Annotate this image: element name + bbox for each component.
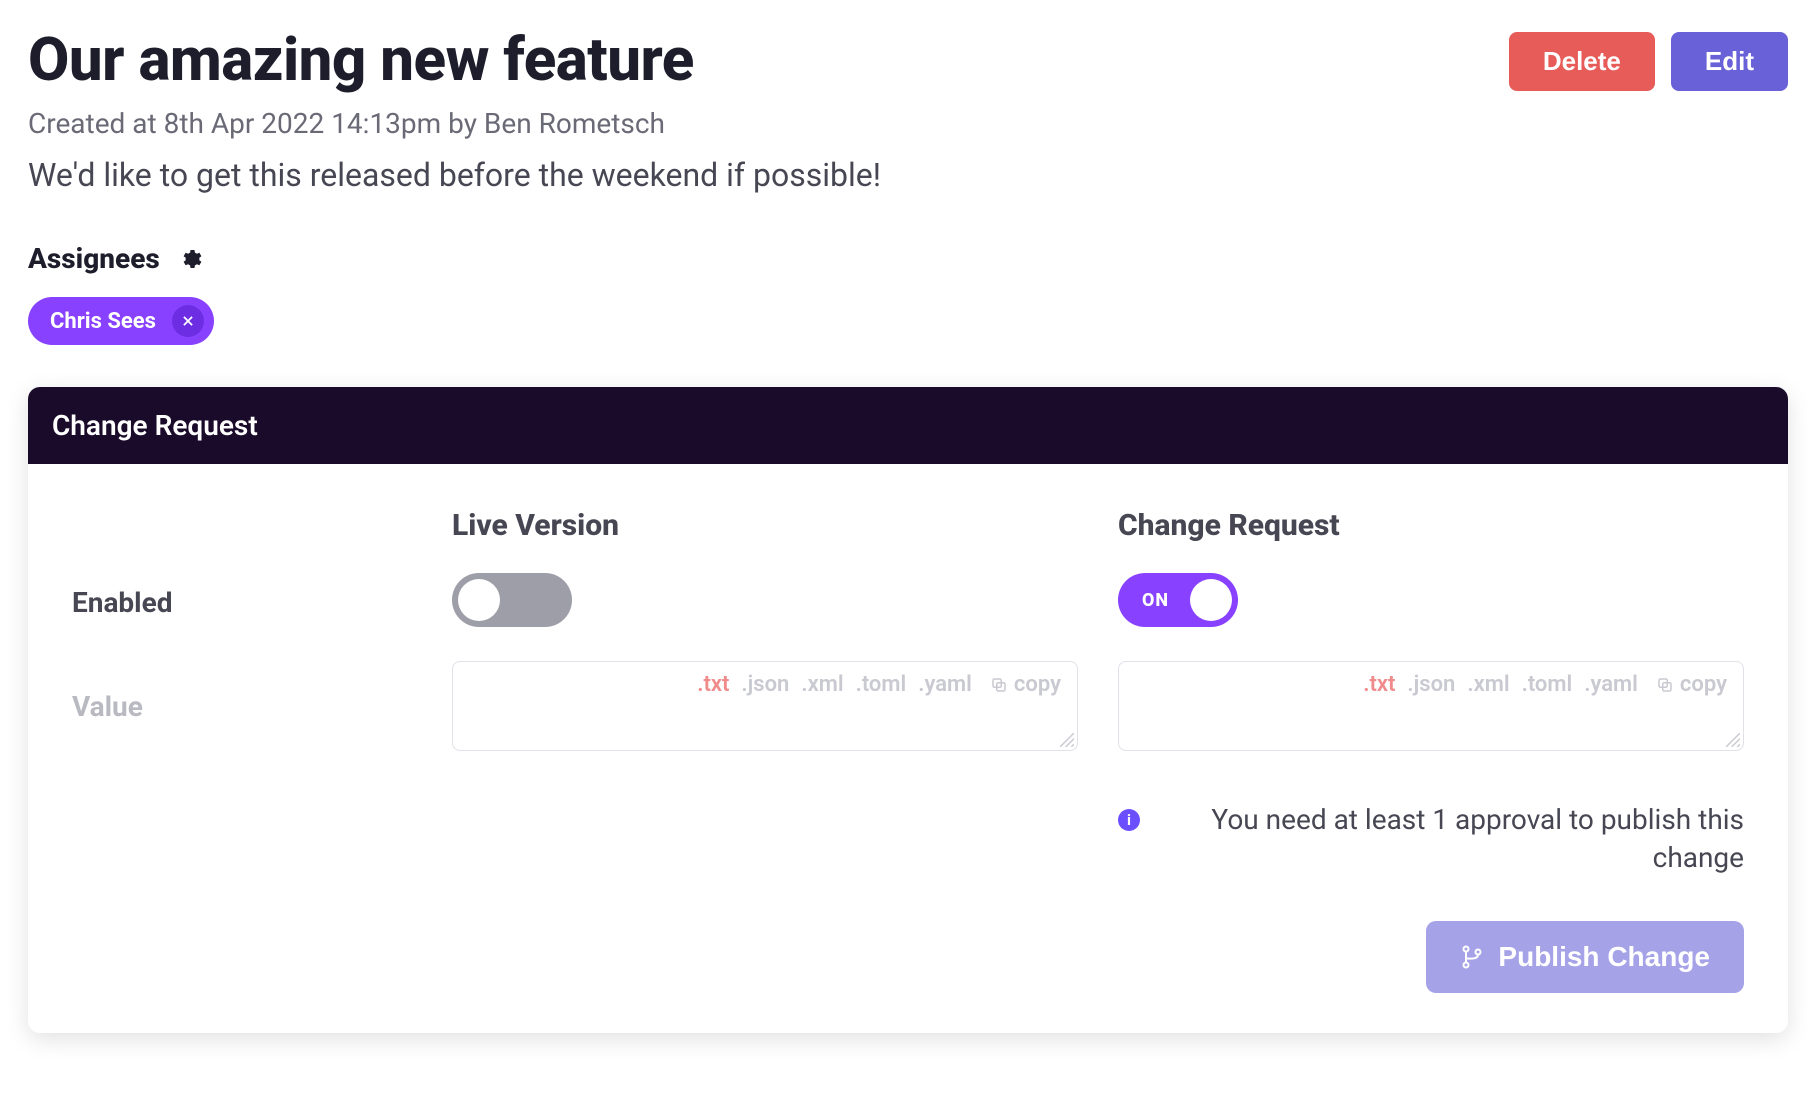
copy-icon xyxy=(990,676,1008,694)
assignee-name: Chris Sees xyxy=(50,309,156,334)
format-txt[interactable]: .txt xyxy=(1363,672,1395,697)
value-box-change[interactable]: .txt .json .xml .toml .yaml copy xyxy=(1118,661,1744,751)
row-label-value: Value xyxy=(72,690,412,723)
panel-title: Change Request xyxy=(28,387,1788,464)
resize-handle-icon[interactable] xyxy=(1726,733,1740,747)
format-json[interactable]: .json xyxy=(741,672,789,697)
format-txt[interactable]: .txt xyxy=(697,672,729,697)
feature-description: We'd like to get this released before th… xyxy=(28,156,1788,194)
publish-change-button[interactable]: Publish Change xyxy=(1426,921,1744,993)
branch-icon xyxy=(1460,945,1484,969)
toggle-change-enabled[interactable]: ON xyxy=(1118,573,1238,627)
approval-info: i You need at least 1 approval to publis… xyxy=(1118,801,1744,877)
assignee-chip: Chris Sees xyxy=(28,297,214,345)
column-change-request: Change Request xyxy=(1118,508,1744,543)
value-format-toolbar-live: .txt .json .xml .toml .yaml copy xyxy=(697,672,1061,697)
resize-handle-icon[interactable] xyxy=(1060,733,1074,747)
column-live-version: Live Version xyxy=(452,508,1078,543)
value-box-live[interactable]: .txt .json .xml .toml .yaml copy xyxy=(452,661,1078,751)
info-icon: i xyxy=(1118,809,1140,831)
format-json[interactable]: .json xyxy=(1407,672,1455,697)
toggle-on-label: ON xyxy=(1142,590,1169,611)
copy-button[interactable]: copy xyxy=(990,672,1061,697)
format-xml[interactable]: .xml xyxy=(801,672,843,697)
page-header: Our amazing new feature Delete Edit xyxy=(28,24,1788,95)
row-label-enabled: Enabled xyxy=(72,586,412,619)
edit-button[interactable]: Edit xyxy=(1671,32,1788,91)
format-toml[interactable]: .toml xyxy=(856,672,907,697)
copy-button[interactable]: copy xyxy=(1656,672,1727,697)
assignees-heading: Assignees xyxy=(28,242,160,275)
format-toml[interactable]: .toml xyxy=(1522,672,1573,697)
gear-icon[interactable] xyxy=(178,247,202,271)
format-yaml[interactable]: .yaml xyxy=(1584,672,1638,697)
page-title: Our amazing new feature xyxy=(28,24,694,95)
copy-icon xyxy=(1656,676,1674,694)
meta-created: Created at 8th Apr 2022 14:13pm by Ben R… xyxy=(28,107,1788,140)
delete-button[interactable]: Delete xyxy=(1509,32,1655,91)
approval-info-text: You need at least 1 approval to publish … xyxy=(1156,801,1744,877)
toggle-live-enabled[interactable] xyxy=(452,573,572,627)
remove-assignee-icon[interactable] xyxy=(172,305,204,337)
format-yaml[interactable]: .yaml xyxy=(918,672,972,697)
value-format-toolbar-change: .txt .json .xml .toml .yaml copy xyxy=(1363,672,1727,697)
assignees-list: Chris Sees xyxy=(28,297,1788,387)
format-xml[interactable]: .xml xyxy=(1467,672,1509,697)
assignees-header: Assignees xyxy=(28,242,1788,275)
header-actions: Delete Edit xyxy=(1509,32,1788,91)
change-request-panel: Change Request Live Version Change Reque… xyxy=(28,387,1788,1033)
